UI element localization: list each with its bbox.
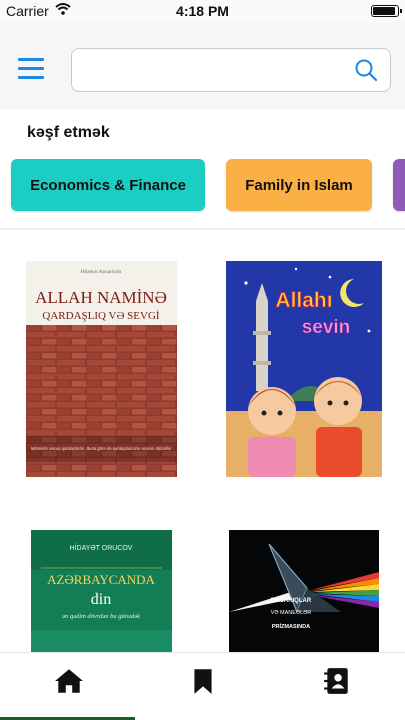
book-title-line2: VƏ MANEƏLƏR: [271, 610, 312, 616]
contacts-icon[interactable]: [322, 667, 352, 695]
home-icon[interactable]: [54, 667, 84, 695]
book-author: HİDAYƏT ORUCOV: [70, 543, 133, 552]
book-cover-azerbaycanda-din[interactable]: HİDAYƏT ORUCOV AZƏRBAYCANDA din ən qədim…: [31, 530, 172, 652]
book-title-line2: QARDAŞLIQ VƏ SEVGİ: [42, 310, 159, 322]
category-label: Family in Islam: [245, 176, 353, 194]
book-title-line3: PRİZMASINDA: [272, 623, 310, 630]
category-carousel[interactable]: Economics & Finance Family in Islam: [0, 157, 405, 213]
top-bar: [0, 22, 405, 110]
bookmark-icon[interactable]: [188, 667, 218, 695]
book-title: Allahı: [275, 289, 332, 312]
clock: 4:18 PM: [176, 3, 229, 19]
book-title-line2: sevin: [302, 317, 351, 338]
category-economics-finance[interactable]: Economics & Finance: [11, 159, 205, 211]
hamburger-menu-button[interactable]: [18, 58, 44, 80]
search-field[interactable]: [71, 48, 391, 92]
book-title: AZƏRBAYCANDA: [47, 572, 155, 587]
book-title: BACARIQLAR: [271, 598, 312, 604]
book-title-line2: din: [91, 591, 111, 608]
search-icon[interactable]: [354, 58, 378, 82]
category-label: Economics & Finance: [30, 176, 186, 194]
book-cover-allahi-sevin[interactable]: Allahı sevin: [226, 261, 382, 477]
status-bar: Carrier 4:18 PM: [0, 0, 405, 22]
category-family-in-islam[interactable]: Family in Islam: [226, 159, 372, 211]
book-subtitle: ən qədim dövrdən bu günədək: [62, 613, 140, 620]
book-cover-allah-namine[interactable]: Hüseyn Ansariyan ALLAH NAMİNƏ QARDAŞLIQ …: [26, 261, 177, 477]
bottom-tab-bar: [0, 652, 405, 720]
search-input[interactable]: [72, 49, 332, 91]
section-divider: [0, 228, 405, 230]
book-caption: Möminlər ancaq qardaşdırlar. Buna görə d…: [31, 446, 172, 451]
book-title: ALLAH NAMİNƏ: [35, 288, 167, 307]
book-cover-bacariqlar-prizmasinda[interactable]: BACARIQLAR VƏ MANEƏLƏR PRİZMASINDA: [229, 530, 379, 652]
discover-heading: kəşf etmək: [27, 124, 110, 141]
battery-icon: [371, 5, 402, 17]
category-chip-partial[interactable]: [393, 159, 405, 211]
book-author: Hüseyn Ansariyan: [81, 269, 122, 275]
